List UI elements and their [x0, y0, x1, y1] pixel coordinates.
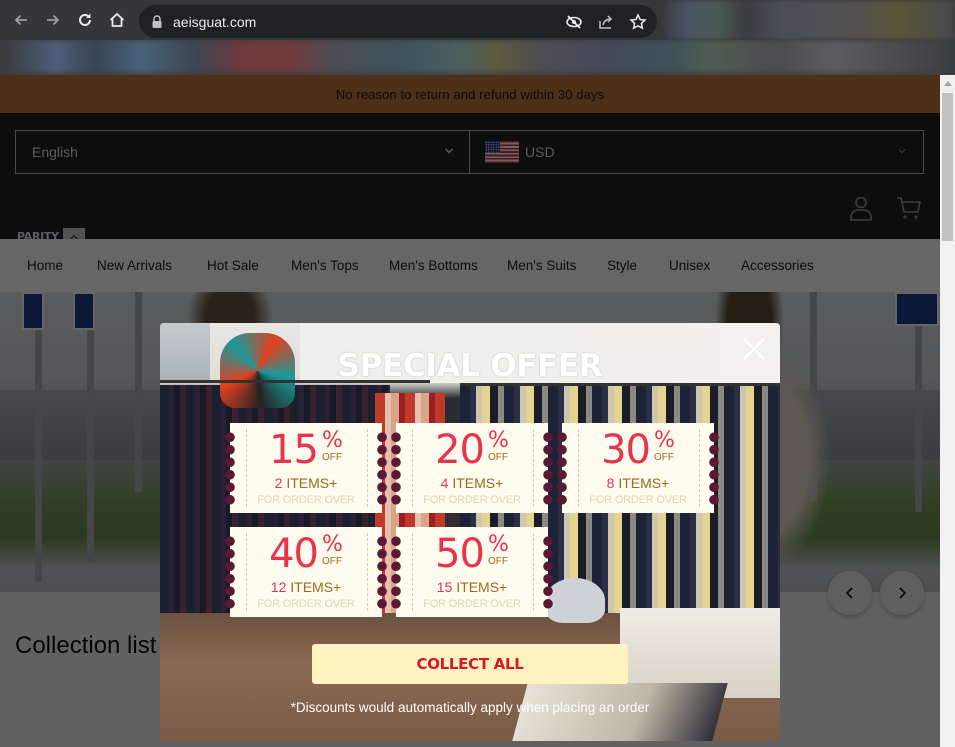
coupon-30-off: 30 % OFF 8 ITEMS+ FOR ORDER OVER — [557, 423, 719, 513]
close-icon[interactable] — [741, 336, 767, 362]
reload-button[interactable] — [73, 8, 97, 32]
arrow-right-icon — [47, 14, 60, 26]
coupon-item-threshold: 8 ITEMS+ — [606, 475, 670, 491]
extensions-area — [665, 0, 955, 40]
home-button[interactable] — [105, 8, 129, 32]
coupon-order-note: FOR ORDER OVER — [423, 494, 521, 506]
discount-disclaimer: *Discounts would automatically apply whe… — [290, 700, 650, 715]
lock-icon — [152, 15, 162, 28]
scroll-up-arrow-icon[interactable] — [940, 75, 955, 91]
coupon-item-threshold: 12 ITEMS+ — [270, 579, 342, 595]
coupon-order-note: FOR ORDER OVER — [423, 598, 521, 610]
coupon-percent: 15 — [269, 427, 319, 473]
coupon-item-threshold: 15 ITEMS+ — [436, 579, 508, 595]
forward-button[interactable] — [41, 8, 65, 32]
coupon-order-note: FOR ORDER OVER — [257, 598, 355, 610]
collect-all-label: COLLECT ALL — [416, 655, 524, 673]
coupon-50-off: 50 % OFF 15 ITEMS+ FOR ORDER OVER — [391, 527, 553, 617]
special-offer-popup: SPECIAL OFFER 15 % OFF 2 ITEMS+ FOR ORDER… — [160, 323, 780, 741]
collect-all-button[interactable]: COLLECT ALL — [312, 644, 628, 684]
back-button[interactable] — [9, 8, 33, 32]
scrollbar-thumb[interactable] — [942, 93, 953, 241]
browser-toolbar: aeisguat.com — [0, 0, 955, 40]
coupon-item-threshold: 4 ITEMS+ — [440, 475, 504, 491]
coupon-20-off: 20 % OFF 4 ITEMS+ FOR ORDER OVER — [391, 423, 553, 513]
page-viewport: No reason to return and refund within 30… — [0, 75, 940, 747]
coupon-order-note: FOR ORDER OVER — [589, 494, 687, 506]
arrow-left-icon — [14, 14, 27, 26]
coupon-15-off: 15 % OFF 2 ITEMS+ FOR ORDER OVER — [225, 423, 387, 513]
bookmarks-blurred — [10, 40, 945, 73]
star-icon[interactable] — [629, 13, 647, 31]
coupon-percent: 40 — [269, 531, 319, 577]
share-icon[interactable] — [597, 13, 615, 31]
coupon-percent: 30 — [601, 427, 651, 473]
coupon-item-threshold: 2 ITEMS+ — [274, 475, 338, 491]
coupon-40-off: 40 % OFF 12 ITEMS+ FOR ORDER OVER — [225, 527, 387, 617]
coupon-percent: 20 — [435, 427, 485, 473]
modal-title: SPECIAL OFFER — [337, 348, 603, 384]
url-text[interactable]: aeisguat.com — [173, 14, 256, 30]
bookmarks-bar — [0, 40, 955, 75]
page-scrollbar[interactable] — [940, 75, 955, 747]
coupon-percent: 50 — [435, 531, 485, 577]
reload-icon — [79, 13, 91, 26]
home-icon — [109, 12, 125, 27]
browser-chrome: aeisguat.com — [0, 0, 955, 75]
eye-slash-icon[interactable] — [565, 13, 583, 31]
coupon-order-note: FOR ORDER OVER — [257, 494, 355, 506]
address-bar[interactable]: aeisguat.com — [139, 5, 657, 38]
